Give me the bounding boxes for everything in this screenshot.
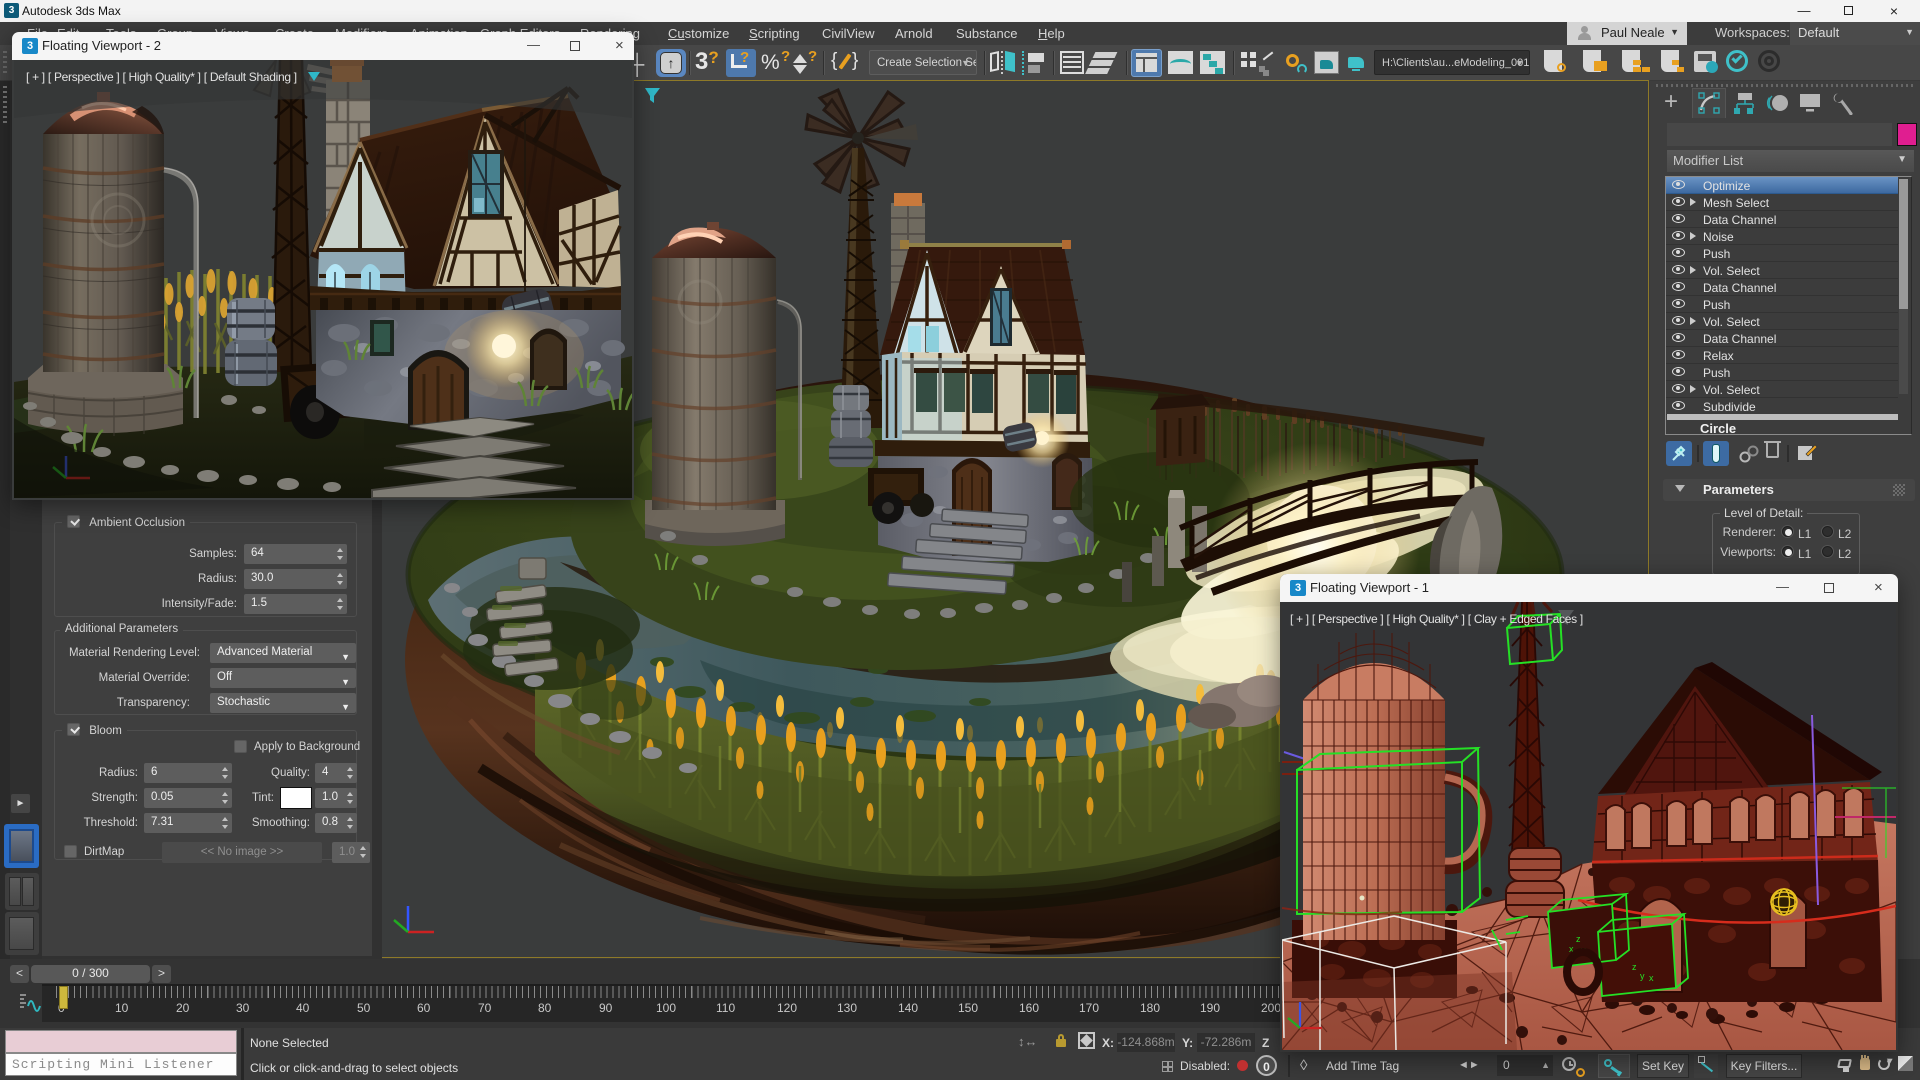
- svg-text:z: z: [1576, 934, 1581, 944]
- svg-text:y: y: [1640, 971, 1645, 981]
- svg-text:z: z: [1632, 962, 1637, 972]
- svg-text:x: x: [1649, 973, 1654, 983]
